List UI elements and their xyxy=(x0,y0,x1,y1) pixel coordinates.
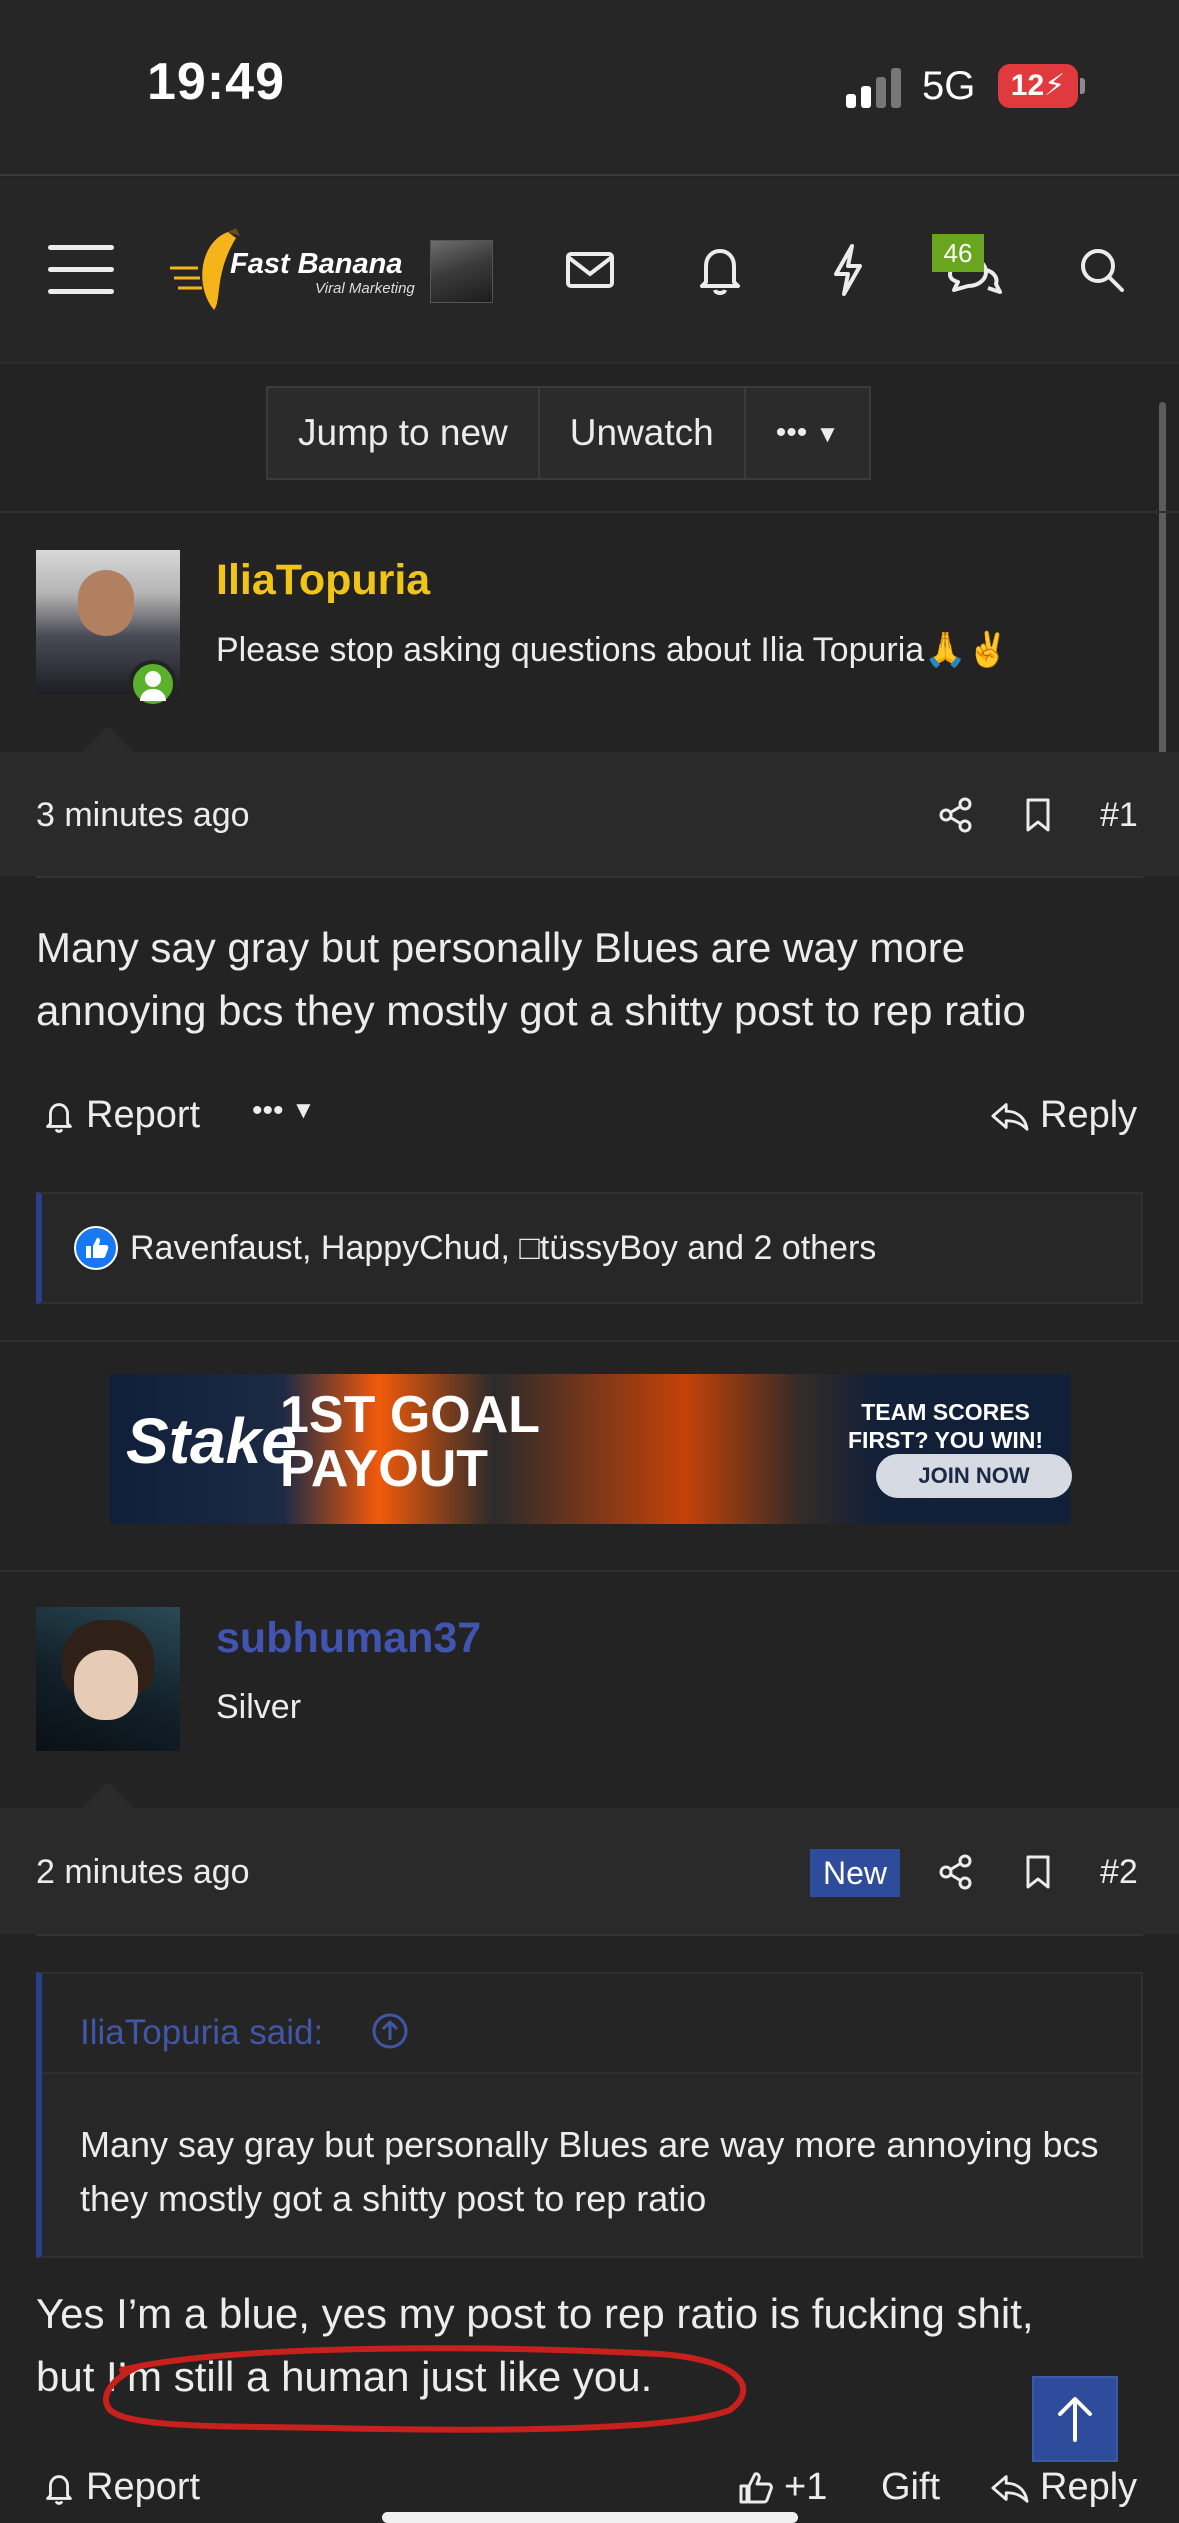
quote-body: Many say gray but personally Blues are w… xyxy=(80,2124,1099,2219)
like-label: +1 xyxy=(784,2466,828,2508)
ad-brand: Stake xyxy=(126,1405,297,1477)
account-avatar[interactable] xyxy=(430,240,493,303)
arrow-up-icon xyxy=(1058,2397,1092,2442)
bell-icon xyxy=(46,2474,72,2505)
divider xyxy=(36,1934,1143,1936)
reply-icon xyxy=(991,2474,1029,2503)
battery-tip xyxy=(1080,78,1085,94)
report-label: Report xyxy=(86,2466,201,2508)
more-dots: ••• xyxy=(775,416,808,449)
share-icon[interactable] xyxy=(936,795,976,835)
more-menu-button[interactable]: ••• ▼ xyxy=(746,388,870,478)
new-badge: New xyxy=(810,1849,900,1897)
post-body: Many say gray but personally Blues are w… xyxy=(36,924,1026,1034)
bookmark-icon[interactable] xyxy=(1018,795,1058,835)
brand-subtitle: Viral Marketing xyxy=(315,280,415,297)
home-indicator[interactable] xyxy=(382,2512,798,2523)
post-time[interactable]: 3 minutes ago xyxy=(36,796,250,835)
bell-icon[interactable] xyxy=(688,238,752,302)
reaction-users[interactable]: Ravenfaust, HappyChud, □tüssyBoy and 2 o… xyxy=(130,1229,876,1268)
mail-icon[interactable] xyxy=(558,238,622,302)
like-reaction-icon xyxy=(74,1226,118,1270)
reply-button[interactable]: Reply xyxy=(988,2466,1137,2509)
reply-icon xyxy=(991,1102,1029,1131)
share-icon[interactable] xyxy=(936,1852,976,1892)
status-time: 19:49 xyxy=(147,53,285,111)
report-label: Report xyxy=(86,1094,201,1136)
ad-cta-button[interactable]: JOIN NOW xyxy=(876,1454,1072,1498)
ad-tagline: TEAM SCORES FIRST? YOU WIN! xyxy=(848,1398,1043,1454)
like-button[interactable]: +1 xyxy=(734,2466,827,2509)
thread-actions: Jump to new Unwatch ••• ▼ xyxy=(266,386,872,480)
ad-headline: 1ST GOAL PAYOUT xyxy=(280,1388,540,1496)
post-time[interactable]: 2 minutes ago xyxy=(36,1853,250,1892)
chevron-down-icon: ▼ xyxy=(291,1097,316,1124)
brand-name: Fast Banana xyxy=(230,248,403,280)
post-body-line: Yes I’m a blue, yes my post to rep ratio… xyxy=(36,2290,1034,2337)
avatar-figure xyxy=(74,1650,138,1720)
network-type: 5G xyxy=(922,64,976,108)
user-title: Please stop asking questions about Ilia … xyxy=(216,631,1009,669)
post-author[interactable]: IliaTopuria xyxy=(216,556,430,605)
chevron-down-icon: ▼ xyxy=(815,421,840,448)
lightning-icon[interactable] xyxy=(816,238,880,302)
divider xyxy=(0,511,1179,513)
ad-tagline-line2: FIRST? YOU WIN! xyxy=(848,1427,1044,1453)
bell-icon xyxy=(46,1102,72,1133)
reply-button[interactable]: Reply xyxy=(988,1094,1137,1137)
message-pointer xyxy=(82,1782,134,1808)
divider xyxy=(0,1570,1179,1572)
reply-label: Reply xyxy=(1040,2466,1138,2508)
thumbs-up-icon xyxy=(739,2471,773,2503)
avatar-figure xyxy=(78,570,134,636)
quote-attribution[interactable]: IliaTopuria said: xyxy=(80,2013,323,2053)
user-title: Silver xyxy=(216,1688,302,1726)
conversations-badge: 46 xyxy=(932,234,984,272)
search-icon[interactable] xyxy=(1070,238,1134,302)
menu-icon[interactable] xyxy=(48,245,114,295)
ad-tagline-line1: TEAM SCORES xyxy=(861,1399,1030,1425)
red-annotation-circle xyxy=(103,2345,747,2433)
bookmark-icon[interactable] xyxy=(1018,1852,1058,1892)
message-pointer xyxy=(82,726,134,752)
gift-label: Gift xyxy=(881,2466,941,2508)
report-button[interactable]: Report xyxy=(40,1094,200,1137)
signal-icon xyxy=(846,68,902,108)
gift-button[interactable]: Gift xyxy=(881,2466,940,2509)
online-status-icon xyxy=(129,660,177,708)
jump-to-new-button[interactable]: Jump to new xyxy=(268,388,540,478)
post-number[interactable]: #1 xyxy=(1100,796,1138,835)
more-dots: ••• xyxy=(252,1094,284,1127)
battery-level: 12 xyxy=(1010,69,1045,102)
scroll-to-top-button[interactable] xyxy=(1032,2376,1118,2462)
arrow-up-circle-icon[interactable] xyxy=(370,2011,410,2051)
post-author[interactable]: subhuman37 xyxy=(216,1614,481,1663)
battery-icon: 12⚡ xyxy=(998,64,1078,108)
post-more-button[interactable]: ••• ▼ xyxy=(252,1094,315,1128)
divider xyxy=(36,876,1143,878)
unwatch-button[interactable]: Unwatch xyxy=(540,388,746,478)
reply-label: Reply xyxy=(1040,1094,1138,1136)
divider xyxy=(0,1340,1179,1342)
ad-headline-line2: PAYOUT xyxy=(280,1440,489,1498)
ad-headline-line1: 1ST GOAL xyxy=(280,1386,541,1444)
report-button[interactable]: Report xyxy=(40,2466,200,2509)
post-number[interactable]: #2 xyxy=(1100,1853,1138,1892)
